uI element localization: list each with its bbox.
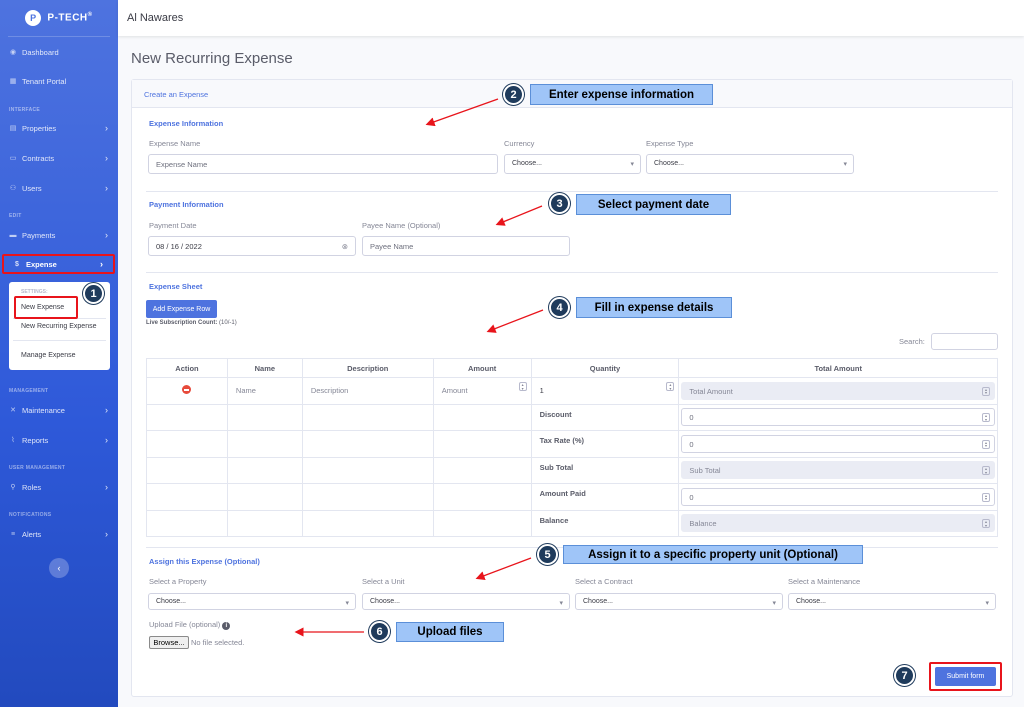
step-badge-4: 4 [549,297,570,318]
callout-assign-property-unit: Assign it to a specific property unit (O… [563,545,863,564]
step-badge-7: 7 [894,665,915,686]
callout-enter-expense-info: Enter expense information [530,84,713,105]
step-badge-5: 5 [537,544,558,565]
callout-upload-files: Upload files [396,622,504,642]
callout-select-payment-date: Select payment date [576,194,731,215]
step-badge-3: 3 [549,193,570,214]
step-badge-1: 1 [83,283,104,304]
step-badge-6: 6 [369,621,390,642]
callout-fill-expense-details: Fill in expense details [576,297,732,318]
annotation-arrows [294,98,544,637]
step-badge-2: 2 [503,84,524,105]
